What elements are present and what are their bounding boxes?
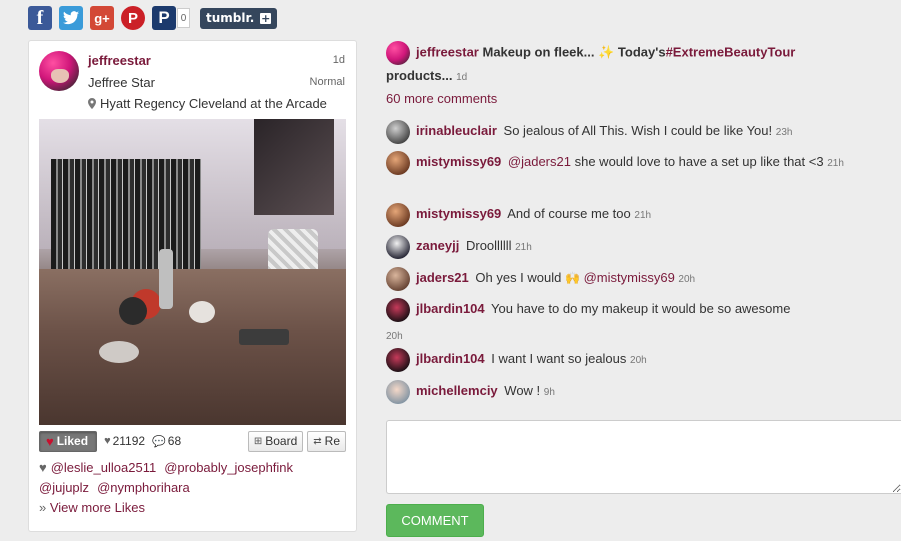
caption-text: products...	[386, 68, 453, 83]
comment-time: 20h	[678, 274, 696, 285]
comments-count: 💬 68	[152, 434, 181, 448]
comment-button[interactable]: COMMENT	[386, 504, 484, 537]
liked-button[interactable]: ♥ Liked	[39, 430, 98, 452]
tumblr-label: tumblr.	[206, 11, 255, 25]
comment-time: 20h	[386, 330, 403, 342]
comment-time: 21h	[634, 210, 652, 221]
comment-username[interactable]: mistymissy69	[416, 206, 501, 221]
location-label: Hyatt Regency Cleveland at the Arcade	[100, 96, 327, 111]
comment-username[interactable]: jaders21	[416, 270, 469, 285]
comment-text: she would love to have a set up like tha…	[574, 154, 824, 169]
avatar[interactable]	[386, 266, 410, 291]
comment-text: Wow !	[504, 383, 541, 398]
repost-label: Re	[324, 434, 340, 448]
comment-text: I want I want so jealous	[491, 351, 627, 366]
comment-username[interactable]: mistymissy69	[416, 154, 501, 169]
comment-time: 23h	[775, 127, 793, 138]
comment-item: michellemciy Wow ! 9h	[386, 378, 896, 405]
comment-username[interactable]: jlbardin104	[416, 301, 485, 316]
comments-count-value: 68	[167, 434, 182, 448]
pinboard-icon[interactable]: P	[152, 6, 176, 30]
comment-username[interactable]: irinableuclair	[416, 123, 497, 138]
post-photo[interactable]	[39, 119, 346, 425]
avatar[interactable]	[386, 347, 410, 372]
post-full-name: Jeffree Star	[88, 75, 155, 90]
google-plus-icon[interactable]: g+	[90, 6, 114, 30]
hashtag-link[interactable]: #ExtremeBeautyTour	[666, 44, 796, 59]
comment-text: Oh yes I would	[475, 270, 562, 285]
speech-bubble-icon: 💬	[152, 435, 166, 448]
avatar[interactable]	[386, 379, 410, 404]
likes-count: ♥ 21192	[104, 434, 145, 448]
comment-item: jlbardin104 I want I want so jealous 20h	[386, 346, 896, 373]
comment-username[interactable]: jlbardin104	[416, 351, 485, 366]
caption-text: Today's	[617, 44, 666, 60]
avatar[interactable]	[386, 202, 410, 227]
likes-count-value: 21192	[112, 434, 146, 448]
plus-icon: +	[260, 11, 272, 25]
post-filter: Normal	[309, 76, 345, 88]
plus-square-icon: ⊞	[253, 435, 263, 447]
comment-time: 20h	[630, 355, 647, 366]
caption-username[interactable]: jeffreestar	[416, 44, 479, 59]
pinterest-icon[interactable]: P	[121, 6, 145, 30]
share-bar: f g+ P P 0 tumblr. +	[28, 5, 278, 31]
liker-link[interactable]: @jujuplz	[39, 480, 89, 495]
avatar[interactable]	[386, 119, 410, 144]
more-comments-link[interactable]: 60 more comments	[386, 91, 497, 106]
post-username[interactable]: jeffreestar	[88, 53, 151, 68]
repost-icon: ⇄	[313, 435, 322, 447]
mention-link[interactable]: @mistymissy69	[584, 270, 675, 285]
view-more-likes-link[interactable]: View more Likes	[50, 500, 145, 515]
comment-text: Droollllll	[465, 238, 512, 253]
liker-link[interactable]: @nymphorihara	[97, 480, 190, 495]
comment-item: jlbardin104 You have to do my makeup it …	[386, 296, 896, 349]
comment-item: mistymissy69 And of course me too 21h	[386, 201, 896, 228]
post-location[interactable]: Hyatt Regency Cleveland at the Arcade	[88, 96, 327, 111]
post-actions: ♥ Liked ♥ 21192 💬 68 ⊞ Board ⇄ Re	[39, 429, 346, 453]
mention-link[interactable]: @jaders21	[508, 154, 571, 169]
avatar[interactable]	[386, 297, 410, 322]
comment-input[interactable]	[386, 420, 901, 494]
caption-time: 1d	[456, 72, 468, 83]
post-card: jeffreestar 1d Jeffree Star Normal Hyatt…	[28, 40, 357, 532]
avatar[interactable]	[39, 51, 79, 91]
comment-item: zaneyjj Droollllll 21h	[386, 233, 896, 260]
share-count: 0	[177, 8, 190, 28]
caption-text: Makeup on fleek...	[482, 44, 595, 60]
tumblr-share-button[interactable]: tumblr. +	[200, 7, 278, 29]
comment-text: You have to do my makeup it would be so …	[491, 301, 791, 316]
avatar[interactable]	[386, 234, 410, 259]
board-button[interactable]: ⊞ Board	[247, 430, 304, 452]
comment-time: 21h	[515, 242, 532, 253]
raised-hands-emoji: 🙌	[565, 271, 580, 285]
avatar[interactable]	[386, 150, 410, 175]
liker-link[interactable]: @probably_josephfink	[164, 460, 293, 475]
caption: jeffreestar Makeup on fleek... ✨ Today's…	[386, 41, 896, 89]
comment-text: So jealous of All This. Wish I could be …	[503, 123, 773, 138]
comment-text: And of course me too	[507, 206, 631, 221]
comment-time: 9h	[543, 387, 555, 398]
view-more-prefix: »	[39, 500, 47, 515]
avatar[interactable]	[386, 41, 410, 65]
heart-icon: ♥	[46, 433, 54, 449]
comment-item: mistymissy69 @jaders21 she would love to…	[386, 149, 896, 177]
location-pin-icon	[88, 98, 96, 109]
comment-username[interactable]: michellemciy	[416, 383, 498, 398]
comment-item: jaders21 Oh yes I would 🙌 @mistymissy69 …	[386, 265, 896, 292]
liker-link[interactable]: @leslie_ulloa2511	[51, 460, 156, 475]
comment-time: 21h	[827, 158, 844, 169]
post-age: 1d	[332, 54, 345, 66]
facebook-icon[interactable]: f	[28, 6, 52, 30]
sparkles-emoji: ✨	[598, 44, 615, 60]
comment-username[interactable]: zaneyjj	[416, 238, 459, 253]
liked-label: Liked	[56, 434, 89, 448]
heart-icon: ♥	[39, 460, 47, 475]
heart-icon: ♥	[104, 435, 111, 447]
repost-button[interactable]: ⇄ Re	[307, 430, 346, 452]
likes-list: ♥ @leslie_ulloa2511 @probably_josephfink @…	[39, 458, 349, 518]
board-label: Board	[265, 434, 298, 448]
twitter-icon[interactable]	[59, 6, 83, 30]
comment-item: irinableuclair So jealous of All This. W…	[386, 118, 896, 145]
